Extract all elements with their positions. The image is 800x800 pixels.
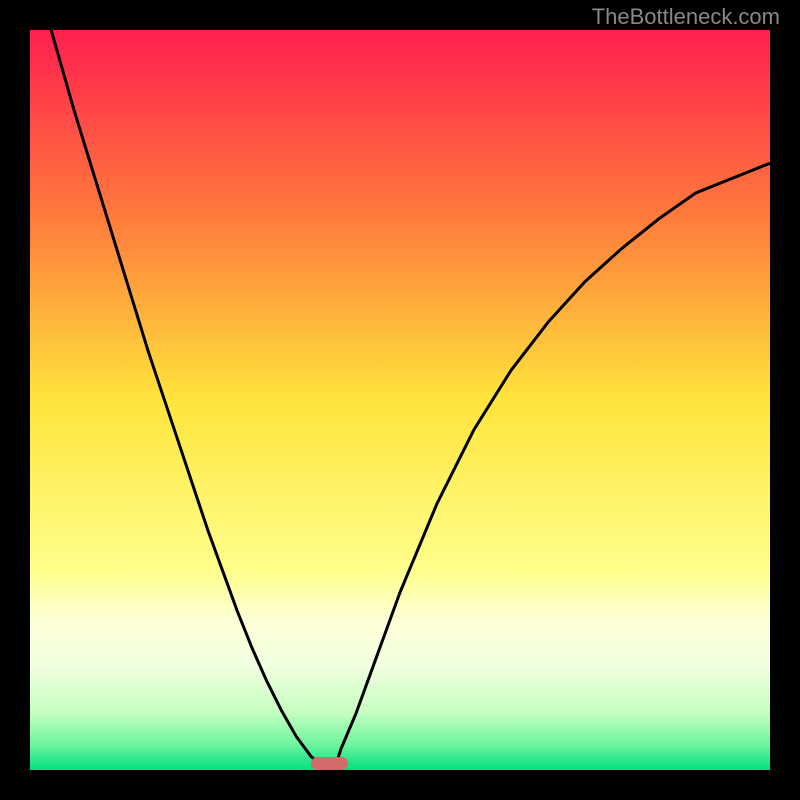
gradient-background [30,30,770,770]
minimum-marker [311,757,348,770]
chart-svg [30,30,770,770]
chart-container: TheBottleneck.com [0,0,800,800]
watermark-text: TheBottleneck.com [592,4,780,30]
plot-area [30,30,770,770]
